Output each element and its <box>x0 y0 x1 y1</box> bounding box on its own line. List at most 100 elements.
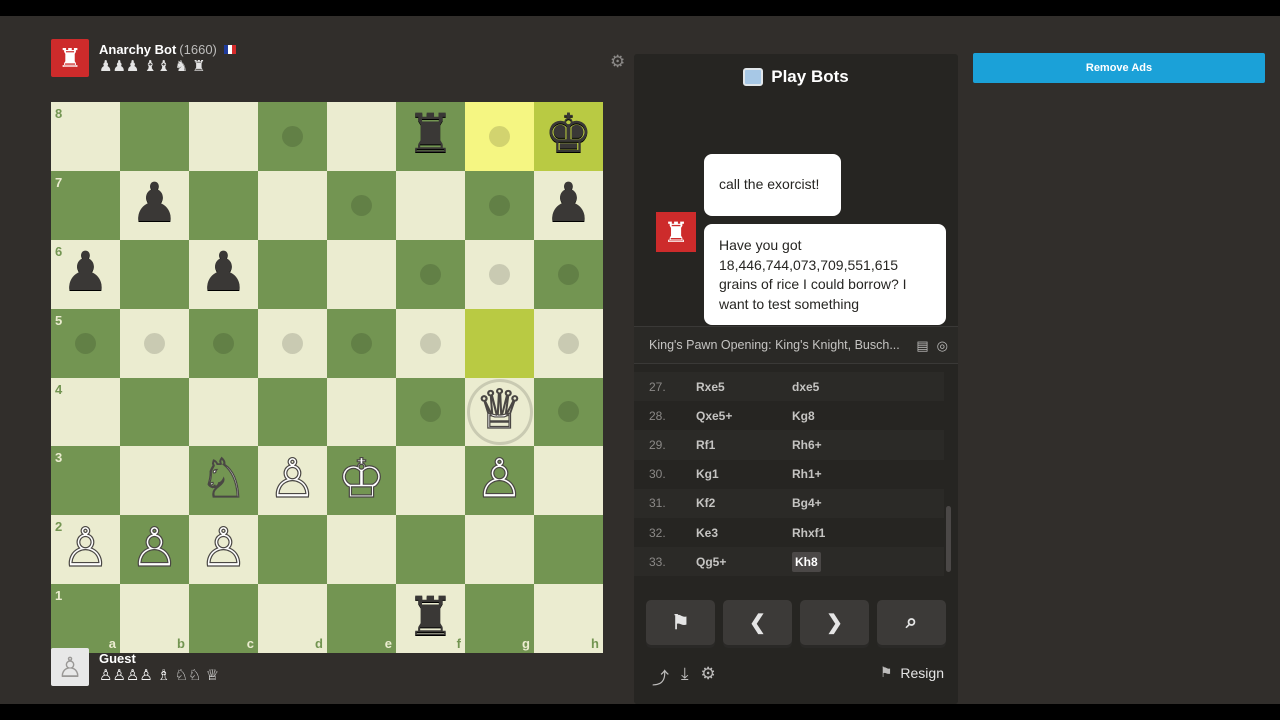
square-g7[interactable] <box>465 170 534 240</box>
legal-move-dot[interactable] <box>282 332 303 354</box>
square-d1[interactable]: d <box>258 584 327 653</box>
square-b6[interactable] <box>120 239 189 309</box>
square-h2[interactable] <box>534 515 603 585</box>
square-f6[interactable] <box>396 239 465 309</box>
square-c1[interactable]: c <box>189 584 258 653</box>
square-f5[interactable] <box>396 308 465 378</box>
square-e8[interactable] <box>327 102 396 171</box>
legal-move-dot[interactable] <box>351 332 372 354</box>
square-a3[interactable]: 3 <box>51 446 120 516</box>
square-c3[interactable]: ♘ <box>189 446 258 516</box>
legal-move-dot[interactable] <box>489 194 510 216</box>
square-h5[interactable] <box>534 308 603 378</box>
black-piece-f8[interactable]: ♜ <box>406 107 454 161</box>
legal-move-dot[interactable] <box>558 263 579 285</box>
square-d3[interactable]: ♙ <box>258 446 327 516</box>
black-piece-h8[interactable]: ♚ <box>544 107 592 161</box>
square-e2[interactable] <box>327 515 396 585</box>
download-icon[interactable]: ⤓ <box>681 664 689 689</box>
square-g3[interactable]: ♙ <box>465 446 534 516</box>
square-b1[interactable]: b <box>120 584 189 653</box>
black-move[interactable]: dxe5 <box>792 380 892 394</box>
share-icon[interactable]: ⤴ <box>652 664 669 689</box>
square-d8[interactable] <box>258 102 327 171</box>
square-h7[interactable]: ♟ <box>534 170 603 240</box>
square-c5[interactable] <box>189 308 258 378</box>
square-g8[interactable] <box>465 102 534 171</box>
legal-move-dot[interactable] <box>489 263 510 285</box>
square-h3[interactable] <box>534 446 603 516</box>
square-b8[interactable] <box>120 102 189 171</box>
black-move[interactable]: Rhxf1 <box>792 526 892 540</box>
square-g1[interactable]: g <box>465 584 534 653</box>
white-piece-a2[interactable]: ♙ <box>61 520 111 575</box>
white-piece-c2[interactable]: ♙ <box>199 520 249 575</box>
square-a5[interactable]: 5 <box>51 308 120 378</box>
square-d2[interactable] <box>258 515 327 585</box>
square-h1[interactable]: h <box>534 584 603 653</box>
legal-move-dot[interactable] <box>558 401 579 423</box>
square-g4[interactable]: ♕ <box>465 377 534 447</box>
white-move[interactable]: Rxe5 <box>696 380 792 394</box>
white-move[interactable]: Qxe5+ <box>696 409 792 423</box>
square-h6[interactable] <box>534 239 603 309</box>
white-piece-e3[interactable]: ♔ <box>337 451 387 506</box>
white-piece-g4[interactable]: ♕ <box>475 382 525 437</box>
square-f7[interactable] <box>396 170 465 240</box>
white-piece-d3[interactable]: ♙ <box>268 451 318 506</box>
square-c4[interactable] <box>189 377 258 447</box>
board-settings-gear-icon[interactable]: ⚙ <box>610 53 626 70</box>
square-a6[interactable]: 6 ♟ <box>51 239 120 309</box>
square-h8[interactable]: ♚ <box>534 102 603 171</box>
square-b5[interactable] <box>120 308 189 378</box>
opponent-avatar[interactable]: ♜ <box>51 39 89 77</box>
black-move[interactable]: Rh1+ <box>792 467 892 481</box>
move-list-scrollbar[interactable] <box>946 506 951 572</box>
square-e1[interactable]: e <box>327 584 396 653</box>
square-e3[interactable]: ♔ <box>327 446 396 516</box>
square-e4[interactable] <box>327 377 396 447</box>
previous-move-button[interactable]: ❮ <box>723 600 792 645</box>
square-h4[interactable] <box>534 377 603 447</box>
square-d6[interactable] <box>258 239 327 309</box>
square-a1[interactable]: 1a <box>51 584 120 653</box>
square-a2[interactable]: 2 ♙ <box>51 515 120 585</box>
square-e5[interactable] <box>327 308 396 378</box>
legal-move-dot[interactable] <box>558 332 579 354</box>
square-e7[interactable] <box>327 170 396 240</box>
square-d7[interactable] <box>258 170 327 240</box>
square-c8[interactable] <box>189 102 258 171</box>
square-a8[interactable]: 8 <box>51 102 120 171</box>
guest-name[interactable]: Guest <box>99 652 136 665</box>
settings-gear-icon[interactable]: ⚙ <box>701 664 716 689</box>
chess-board[interactable]: 8 ♜ ♚ 7 ♟ ♟ 6 ♟ ♟ 5 4 ♕ 3 ♘ ♙ ♔ ♙ 2 ♙ ♙ ♙ 1 a b c d e f ♜ g h <box>51 102 603 653</box>
flag-button[interactable]: ⚑ <box>646 600 715 645</box>
square-g6[interactable] <box>465 239 534 309</box>
analysis-button[interactable]: ⌕ <box>877 600 946 645</box>
black-move[interactable]: Kg8 <box>792 409 892 423</box>
white-move[interactable]: Kg1 <box>696 467 792 481</box>
square-d4[interactable] <box>258 377 327 447</box>
square-e6[interactable] <box>327 239 396 309</box>
square-b7[interactable]: ♟ <box>120 170 189 240</box>
book-icon[interactable]: ▤ <box>916 338 928 354</box>
white-move[interactable]: Kf2 <box>696 496 792 510</box>
white-piece-b2[interactable]: ♙ <box>130 520 180 575</box>
legal-move-dot[interactable] <box>489 125 510 147</box>
black-move[interactable]: Kh8 <box>792 551 892 572</box>
square-c7[interactable] <box>189 170 258 240</box>
square-g2[interactable] <box>465 515 534 585</box>
square-a4[interactable]: 4 <box>51 377 120 447</box>
square-c6[interactable]: ♟ <box>189 239 258 309</box>
legal-move-dot[interactable] <box>420 332 441 354</box>
square-f3[interactable] <box>396 446 465 516</box>
legal-move-dot[interactable] <box>75 332 96 354</box>
square-f2[interactable] <box>396 515 465 585</box>
resign-button[interactable]: ⚑ Resign <box>880 664 944 681</box>
remove-ads-button[interactable]: Remove Ads <box>973 53 1265 83</box>
legal-move-dot[interactable] <box>213 332 234 354</box>
opening-name-bar[interactable]: King's Pawn Opening: King's Knight, Busc… <box>634 326 958 364</box>
black-piece-f1[interactable]: ♜ <box>406 590 454 644</box>
square-g5[interactable] <box>465 308 534 378</box>
black-piece-a6[interactable]: ♟ <box>61 245 109 299</box>
